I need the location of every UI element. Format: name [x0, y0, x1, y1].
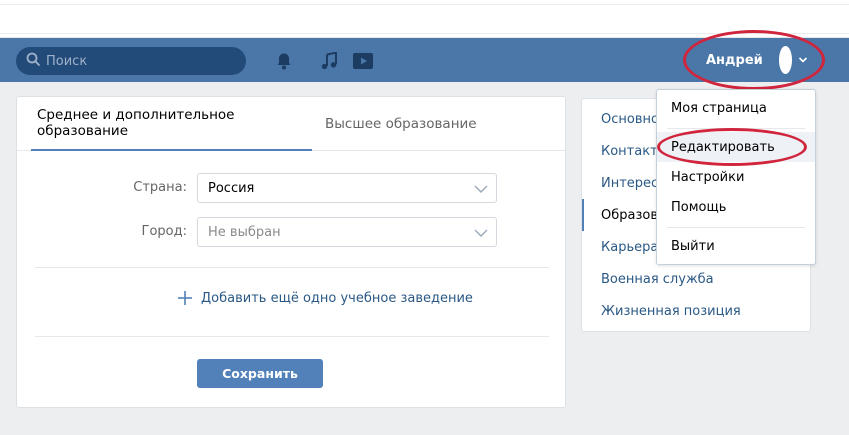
menu-separator — [667, 128, 805, 129]
search-input[interactable] — [46, 53, 226, 69]
menu-item-help[interactable]: Помощь — [657, 192, 815, 222]
top-navigation-bar: Андрей — [0, 38, 849, 98]
plus-icon — [177, 290, 193, 306]
menu-item-my-page[interactable]: Моя страница — [657, 93, 815, 123]
add-school-link[interactable]: Добавить ещё одно учебное заведение — [177, 290, 473, 306]
country-value: Россия — [208, 180, 255, 196]
tab-higher-education[interactable]: Высшее образование — [325, 97, 477, 151]
city-label: Город: — [141, 224, 187, 239]
divider — [35, 336, 549, 337]
menu-separator — [667, 227, 805, 228]
menu-item-logout[interactable]: Выйти — [657, 231, 815, 261]
search-icon — [26, 52, 40, 70]
country-row: Страна: Россия — [17, 173, 565, 203]
city-value: Не выбран — [208, 224, 281, 240]
browser-top-strip — [0, 0, 849, 38]
user-menu-toggle[interactable]: Андрей — [696, 44, 808, 76]
education-card: Среднее и дополнительное образование Выс… — [16, 96, 566, 408]
country-label: Страна: — [133, 180, 187, 195]
city-select[interactable]: Не выбран — [197, 217, 497, 247]
user-dropdown-menu: Моя страница Редактировать Настройки Пом… — [656, 89, 816, 265]
chevron-down-icon — [474, 227, 488, 242]
divider — [35, 267, 549, 268]
bell-icon[interactable] — [273, 50, 295, 72]
video-icon[interactable] — [352, 50, 374, 72]
add-school-label: Добавить ещё одно учебное заведение — [201, 290, 473, 306]
search-box[interactable] — [16, 47, 246, 75]
education-tabs: Среднее и дополнительное образование Выс… — [17, 97, 565, 151]
city-row: Город: Не выбран — [17, 217, 565, 247]
country-select[interactable]: Россия — [197, 173, 497, 203]
menu-item-settings[interactable]: Настройки — [657, 162, 815, 192]
address-bar-area — [0, 4, 849, 34]
chevron-down-icon — [798, 53, 808, 68]
music-icon[interactable] — [318, 50, 340, 72]
user-name: Андрей — [706, 52, 763, 68]
chevron-down-icon — [474, 183, 488, 198]
side-item-military[interactable]: Военная служба — [582, 263, 810, 295]
save-button[interactable]: Сохранить — [197, 359, 323, 388]
side-item-life-position[interactable]: Жизненная позиция — [582, 295, 810, 327]
avatar — [778, 46, 792, 74]
tab-secondary-education[interactable]: Среднее и дополнительное образование — [31, 97, 312, 151]
menu-item-edit[interactable]: Редактировать — [657, 132, 815, 162]
